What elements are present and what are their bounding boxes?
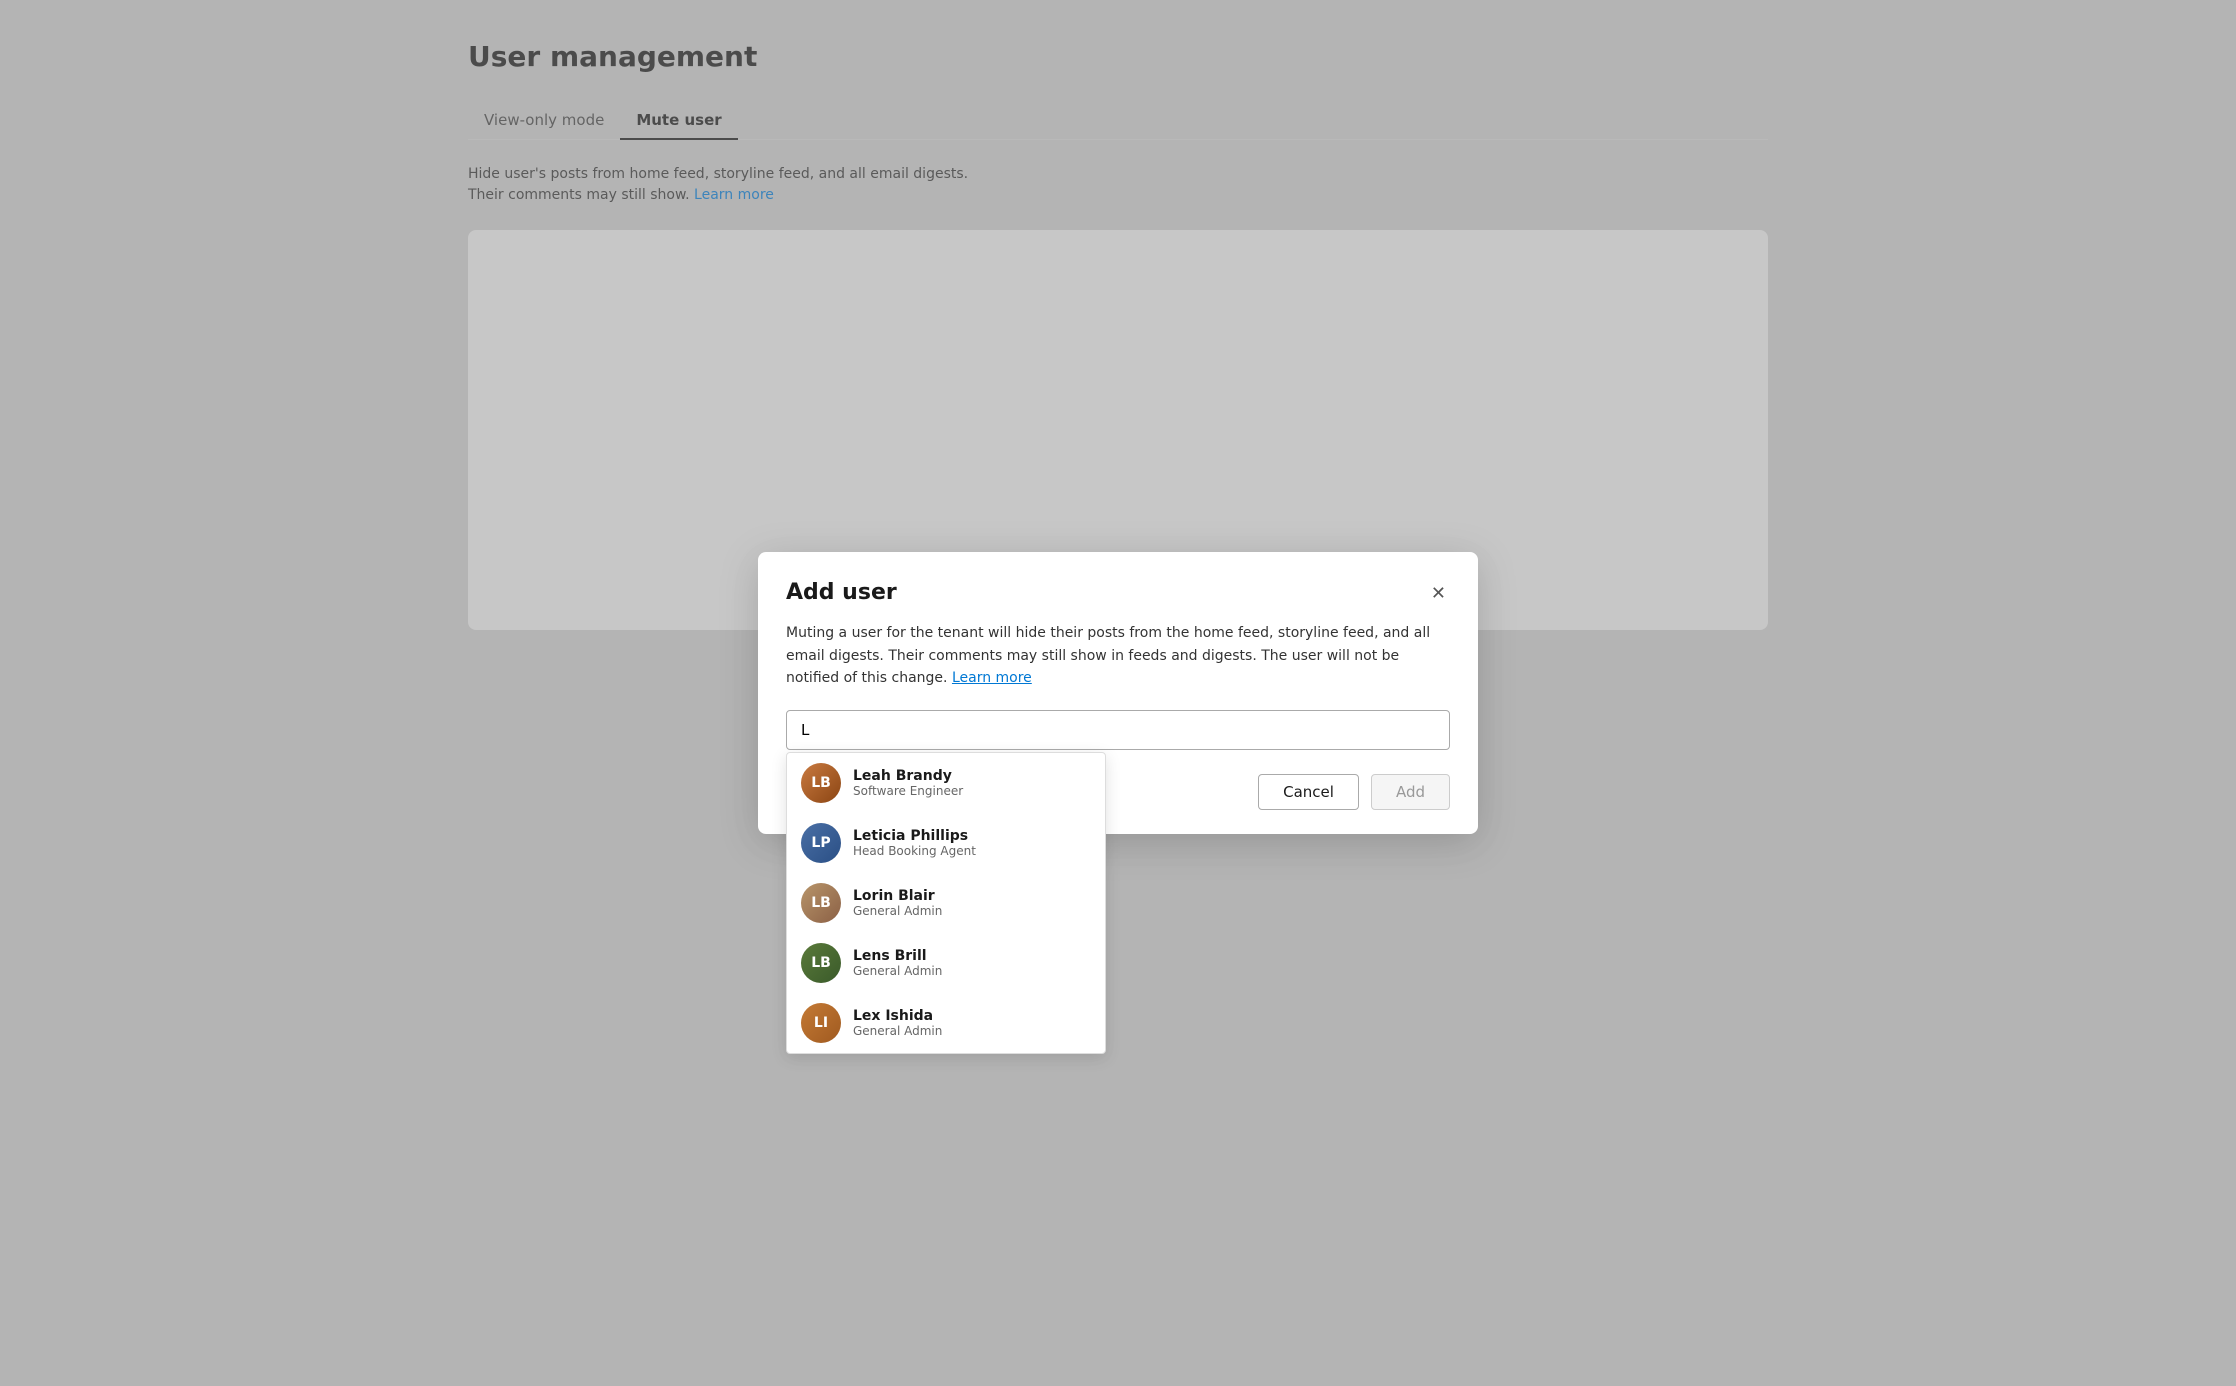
user-info-lens-brill: Lens Brill General Admin	[853, 948, 942, 978]
avatar-lens-brill: LB	[801, 943, 841, 983]
user-info-leticia-phillips: Leticia Phillips Head Booking Agent	[853, 828, 976, 858]
user-name-leah-brandy: Leah Brandy	[853, 768, 963, 784]
user-search-input[interactable]	[786, 710, 1450, 750]
dropdown-item-lex-ishida[interactable]: LI Lex Ishida General Admin	[787, 993, 1105, 1053]
dropdown-item-lens-brill[interactable]: LB Lens Brill General Admin	[787, 933, 1105, 993]
cancel-button[interactable]: Cancel	[1258, 774, 1359, 810]
avatar-leticia-phillips: LP	[801, 823, 841, 863]
user-info-lex-ishida: Lex Ishida General Admin	[853, 1008, 942, 1038]
user-name-lens-brill: Lens Brill	[853, 948, 942, 964]
user-name-lorin-blair: Lorin Blair	[853, 888, 942, 904]
dropdown-item-leah-brandy[interactable]: LB Leah Brandy Software Engineer	[787, 753, 1105, 813]
user-info-leah-brandy: Leah Brandy Software Engineer	[853, 768, 963, 798]
user-name-leticia-phillips: Leticia Phillips	[853, 828, 976, 844]
avatar-lex-ishida: LI	[801, 1003, 841, 1043]
avatar-lorin-blair: LB	[801, 883, 841, 923]
dropdown-item-leticia-phillips[interactable]: LP Leticia Phillips Head Booking Agent	[787, 813, 1105, 873]
add-button[interactable]: Add	[1371, 774, 1450, 810]
search-container: LB Leah Brandy Software Engineer LP Leti…	[786, 710, 1450, 750]
user-role-lorin-blair: General Admin	[853, 904, 942, 918]
user-role-leah-brandy: Software Engineer	[853, 784, 963, 798]
dropdown-item-lorin-blair[interactable]: LB Lorin Blair General Admin	[787, 873, 1105, 933]
user-role-leticia-phillips: Head Booking Agent	[853, 844, 976, 858]
user-search-dropdown: LB Leah Brandy Software Engineer LP Leti…	[786, 752, 1106, 1054]
user-info-lorin-blair: Lorin Blair General Admin	[853, 888, 942, 918]
add-user-dialog: Add user ✕ Muting a user for the tenant …	[758, 552, 1478, 833]
user-role-lex-ishida: General Admin	[853, 1024, 942, 1038]
dialog-title: Add user	[786, 580, 897, 605]
user-role-lens-brill: General Admin	[853, 964, 942, 978]
user-name-lex-ishida: Lex Ishida	[853, 1008, 942, 1024]
dialog-learn-more-link[interactable]: Learn more	[952, 670, 1032, 686]
dialog-description: Muting a user for the tenant will hide t…	[786, 622, 1450, 689]
dialog-overlay: Add user ✕ Muting a user for the tenant …	[0, 0, 2236, 1386]
avatar-leah-brandy: LB	[801, 763, 841, 803]
dialog-header: Add user ✕	[786, 580, 1450, 606]
close-dialog-button[interactable]: ✕	[1427, 580, 1450, 606]
